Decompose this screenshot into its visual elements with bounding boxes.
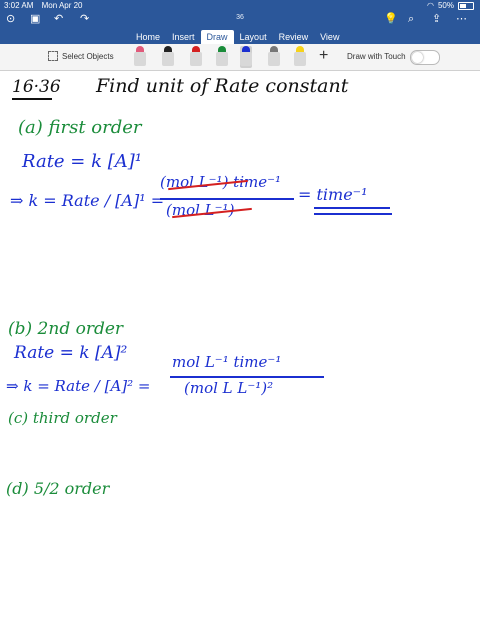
draw-toolbar: Select Objects + Draw with Touch: [0, 44, 480, 71]
document-title: 36: [236, 14, 244, 21]
tab-layout[interactable]: Layout: [234, 30, 273, 44]
pen-green[interactable]: [216, 46, 228, 68]
part-b-label: (b) 2nd order: [8, 319, 124, 339]
tab-draw[interactable]: Draw: [200, 30, 234, 44]
status-time: 3:02 AM: [4, 1, 34, 10]
part-b-k-expression: ⇒ k = Rate / [A]² =: [6, 377, 151, 395]
status-date: Mon Apr 20: [41, 1, 83, 10]
draw-with-touch-toggle[interactable]: [410, 50, 440, 65]
ribbon-tabs: Home Insert Draw Layout Review View: [130, 30, 345, 44]
result-underline-2: [314, 213, 392, 215]
part-d-label: (d) 5/2 order: [6, 479, 110, 498]
part-c-label: (c) third order: [8, 409, 117, 427]
heading-underline: [12, 98, 52, 100]
part-a-label: (a) first order: [18, 117, 142, 138]
part-b-denominator: (mol L L⁻¹)²: [184, 379, 274, 397]
result-underline-1: [314, 207, 390, 209]
highlighter-yellow[interactable]: [294, 46, 306, 68]
part-a-result: = time⁻¹: [298, 185, 368, 204]
document-canvas[interactable]: 16·36 Find unit of Rate constant (a) fir…: [0, 71, 480, 640]
draw-with-touch-label: Draw with Touch: [347, 52, 406, 61]
pen-red[interactable]: [190, 46, 202, 68]
pen-pink[interactable]: [134, 46, 146, 68]
status-indicators: ◠ 50%: [427, 1, 474, 10]
pencil-gray[interactable]: [268, 46, 280, 68]
app-ribbon: 3:02 AM Mon Apr 20 ◠ 50% ⊙ ▣ ↶ ↷ 💡 ⌕ ⇪ ⋯…: [0, 0, 480, 71]
pen-blue[interactable]: [240, 46, 252, 68]
part-b-rate-law: Rate = k [A]²: [14, 343, 128, 363]
part-a-rate-law: Rate = k [A]¹: [22, 151, 142, 172]
part-b-numerator: mol L⁻¹ time⁻¹: [172, 353, 282, 371]
pen-dark[interactable]: [162, 46, 174, 68]
lasso-icon: [48, 51, 58, 61]
tab-view[interactable]: View: [314, 30, 345, 44]
battery-percent: 50%: [437, 1, 454, 10]
heading-text: Find unit of Rate constant: [96, 75, 349, 97]
select-objects-button[interactable]: Select Objects: [48, 51, 114, 61]
tab-home[interactable]: Home: [130, 30, 166, 44]
select-objects-label: Select Objects: [62, 51, 114, 61]
wifi-icon: ◠: [427, 1, 434, 10]
tab-insert[interactable]: Insert: [166, 30, 201, 44]
part-b-fraction-bar: [170, 376, 324, 378]
part-a-fraction-bar: [160, 198, 294, 200]
problem-number: 16·36: [12, 77, 61, 97]
add-pen-icon[interactable]: +: [319, 47, 328, 65]
battery-icon: [458, 1, 474, 10]
tab-review[interactable]: Review: [273, 30, 315, 44]
part-a-k-expression: ⇒ k = Rate / [A]¹ =: [10, 191, 165, 210]
status-bar: 3:02 AM Mon Apr 20: [4, 1, 83, 10]
